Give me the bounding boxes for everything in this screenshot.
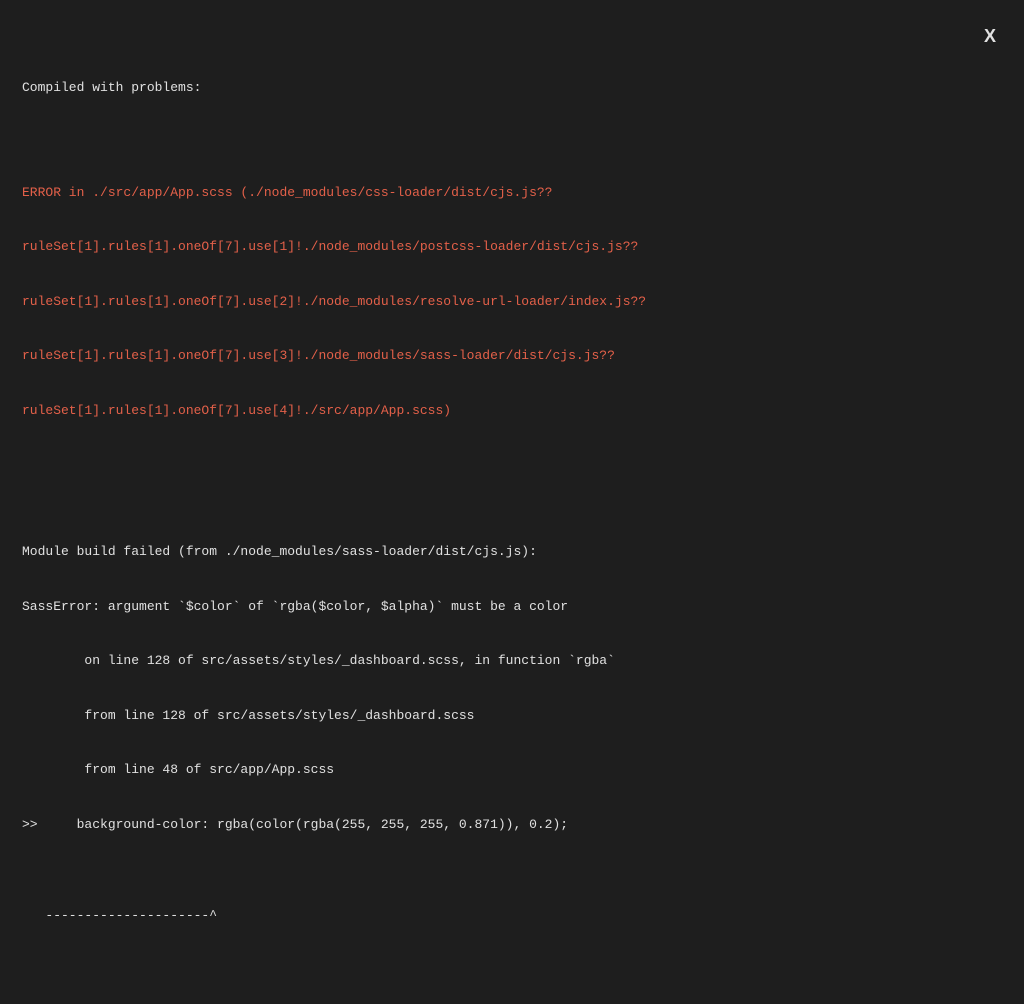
message-line: ---------------------^ bbox=[22, 907, 1002, 925]
error-overlay: X Compiled with problems: ERROR in ./src… bbox=[0, 0, 1024, 1004]
header-title: Compiled with problems: bbox=[22, 79, 1002, 97]
error-line: ruleSet[1].rules[1].oneOf[7].use[4]!./sr… bbox=[22, 402, 1002, 420]
message-block: Module build failed (from ./node_modules… bbox=[22, 507, 1002, 962]
close-icon[interactable]: X bbox=[984, 24, 996, 49]
error-block: ERROR in ./src/app/App.scss (./node_modu… bbox=[22, 147, 1002, 456]
message-line: from line 48 of src/app/App.scss bbox=[22, 761, 1002, 779]
error-line: ruleSet[1].rules[1].oneOf[7].use[2]!./no… bbox=[22, 293, 1002, 311]
message-line: from line 128 of src/assets/styles/_dash… bbox=[22, 707, 1002, 725]
message-line: Module build failed (from ./node_modules… bbox=[22, 543, 1002, 561]
message-line: >> background-color: rgba(color(rgba(255… bbox=[22, 816, 1002, 834]
message-line: SassError: argument `$color` of `rgba($c… bbox=[22, 598, 1002, 616]
error-line: ruleSet[1].rules[1].oneOf[7].use[3]!./no… bbox=[22, 347, 1002, 365]
error-line: ERROR in ./src/app/App.scss (./node_modu… bbox=[22, 184, 1002, 202]
error-line: ruleSet[1].rules[1].oneOf[7].use[1]!./no… bbox=[22, 238, 1002, 256]
message-line: on line 128 of src/assets/styles/_dashbo… bbox=[22, 652, 1002, 670]
